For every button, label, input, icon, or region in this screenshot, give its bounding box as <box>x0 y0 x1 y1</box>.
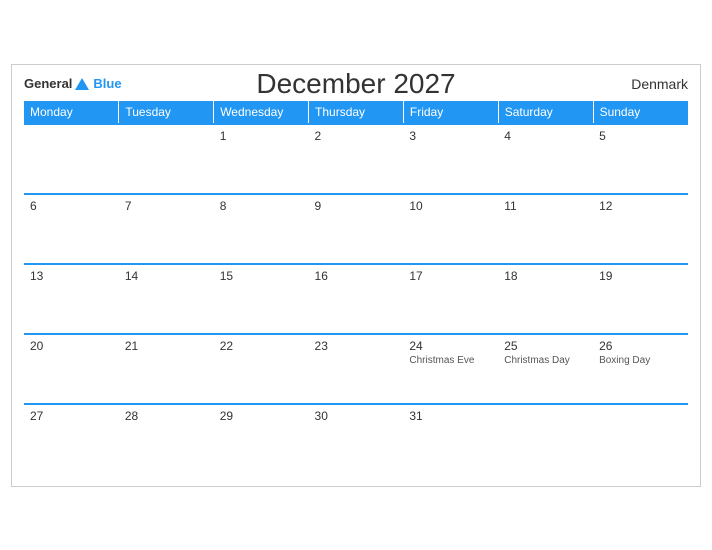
calendar-cell: 30 <box>309 404 404 474</box>
day-number: 6 <box>30 199 113 213</box>
day-number: 27 <box>30 409 113 423</box>
calendar-thead: Monday Tuesday Wednesday Thursday Friday… <box>24 101 688 124</box>
calendar-cell: 13 <box>24 264 119 334</box>
day-number: 5 <box>599 129 682 143</box>
calendar-cell: 9 <box>309 194 404 264</box>
header-saturday: Saturday <box>498 101 593 124</box>
day-number: 31 <box>409 409 492 423</box>
day-number: 29 <box>220 409 303 423</box>
calendar-cell: 4 <box>498 124 593 194</box>
day-number: 19 <box>599 269 682 283</box>
logo-general-text: General <box>24 76 72 91</box>
day-number: 22 <box>220 339 303 353</box>
holiday-label: Christmas Eve <box>409 355 492 366</box>
calendar-week-row: 13 14 15 16 17 18 19 <box>24 264 688 334</box>
calendar-cell <box>24 124 119 194</box>
holiday-label: Christmas Day <box>504 355 587 366</box>
day-number: 28 <box>125 409 208 423</box>
calendar-cell <box>498 404 593 474</box>
day-number: 14 <box>125 269 208 283</box>
calendar-cell: 3 <box>403 124 498 194</box>
calendar-body: 123456789101112131415161718192021222324C… <box>24 124 688 474</box>
header-sunday: Sunday <box>593 101 688 124</box>
page-title: December 2027 <box>256 68 455 100</box>
day-number: 30 <box>315 409 398 423</box>
day-number: 16 <box>315 269 398 283</box>
logo: General Blue <box>24 75 122 93</box>
header-friday: Friday <box>403 101 498 124</box>
calendar-cell: 20 <box>24 334 119 404</box>
calendar-cell: 7 <box>119 194 214 264</box>
calendar-cell: 10 <box>403 194 498 264</box>
calendar-cell <box>593 404 688 474</box>
calendar: General Blue December 2027 Denmark Monda… <box>11 64 701 487</box>
calendar-cell: 2 <box>309 124 404 194</box>
calendar-cell: 14 <box>119 264 214 334</box>
logo-blue-text: Blue <box>93 76 121 91</box>
calendar-cell: 22 <box>214 334 309 404</box>
calendar-table: Monday Tuesday Wednesday Thursday Friday… <box>24 101 688 474</box>
country-label: Denmark <box>631 76 688 92</box>
day-number: 18 <box>504 269 587 283</box>
calendar-cell: 25 Christmas Day <box>498 334 593 404</box>
calendar-cell: 28 <box>119 404 214 474</box>
day-number: 20 <box>30 339 113 353</box>
calendar-cell: 21 <box>119 334 214 404</box>
header-thursday: Thursday <box>309 101 404 124</box>
calendar-cell <box>119 124 214 194</box>
day-number: 3 <box>409 129 492 143</box>
calendar-cell: 1 <box>214 124 309 194</box>
calendar-header: General Blue December 2027 Denmark <box>24 75 688 93</box>
day-number: 11 <box>504 199 587 213</box>
calendar-cell: 16 <box>309 264 404 334</box>
calendar-cell: 8 <box>214 194 309 264</box>
calendar-cell: 27 <box>24 404 119 474</box>
calendar-cell: 15 <box>214 264 309 334</box>
day-number: 7 <box>125 199 208 213</box>
calendar-week-row: 27 28 29 30 31 <box>24 404 688 474</box>
day-number: 12 <box>599 199 682 213</box>
day-number: 10 <box>409 199 492 213</box>
calendar-cell: 26 Boxing Day <box>593 334 688 404</box>
weekday-header-row: Monday Tuesday Wednesday Thursday Friday… <box>24 101 688 124</box>
logo-triangle-icon <box>75 78 89 90</box>
calendar-cell: 19 <box>593 264 688 334</box>
calendar-cell: 5 <box>593 124 688 194</box>
calendar-cell: 29 <box>214 404 309 474</box>
calendar-cell: 23 <box>309 334 404 404</box>
day-number: 15 <box>220 269 303 283</box>
header-tuesday: Tuesday <box>119 101 214 124</box>
calendar-cell: 24 Christmas Eve <box>403 334 498 404</box>
calendar-cell: 6 <box>24 194 119 264</box>
day-number: 1 <box>220 129 303 143</box>
day-number: 13 <box>30 269 113 283</box>
calendar-week-row: 6789 10 11 12 <box>24 194 688 264</box>
day-number: 21 <box>125 339 208 353</box>
day-number: 23 <box>315 339 398 353</box>
calendar-cell: 12 <box>593 194 688 264</box>
day-number: 17 <box>409 269 492 283</box>
day-number: 9 <box>315 199 398 213</box>
calendar-week-row: 12345 <box>24 124 688 194</box>
calendar-week-row: 20 21 22 23 24 Christmas Eve 25 Christmas Day 26… <box>24 334 688 404</box>
header-wednesday: Wednesday <box>214 101 309 124</box>
day-number: 8 <box>220 199 303 213</box>
day-number: 26 <box>599 339 682 353</box>
holiday-label: Boxing Day <box>599 355 682 366</box>
calendar-cell: 17 <box>403 264 498 334</box>
day-number: 24 <box>409 339 492 353</box>
calendar-cell: 31 <box>403 404 498 474</box>
header-monday: Monday <box>24 101 119 124</box>
calendar-cell: 11 <box>498 194 593 264</box>
day-number: 2 <box>315 129 398 143</box>
day-number: 25 <box>504 339 587 353</box>
day-number: 4 <box>504 129 587 143</box>
calendar-cell: 18 <box>498 264 593 334</box>
